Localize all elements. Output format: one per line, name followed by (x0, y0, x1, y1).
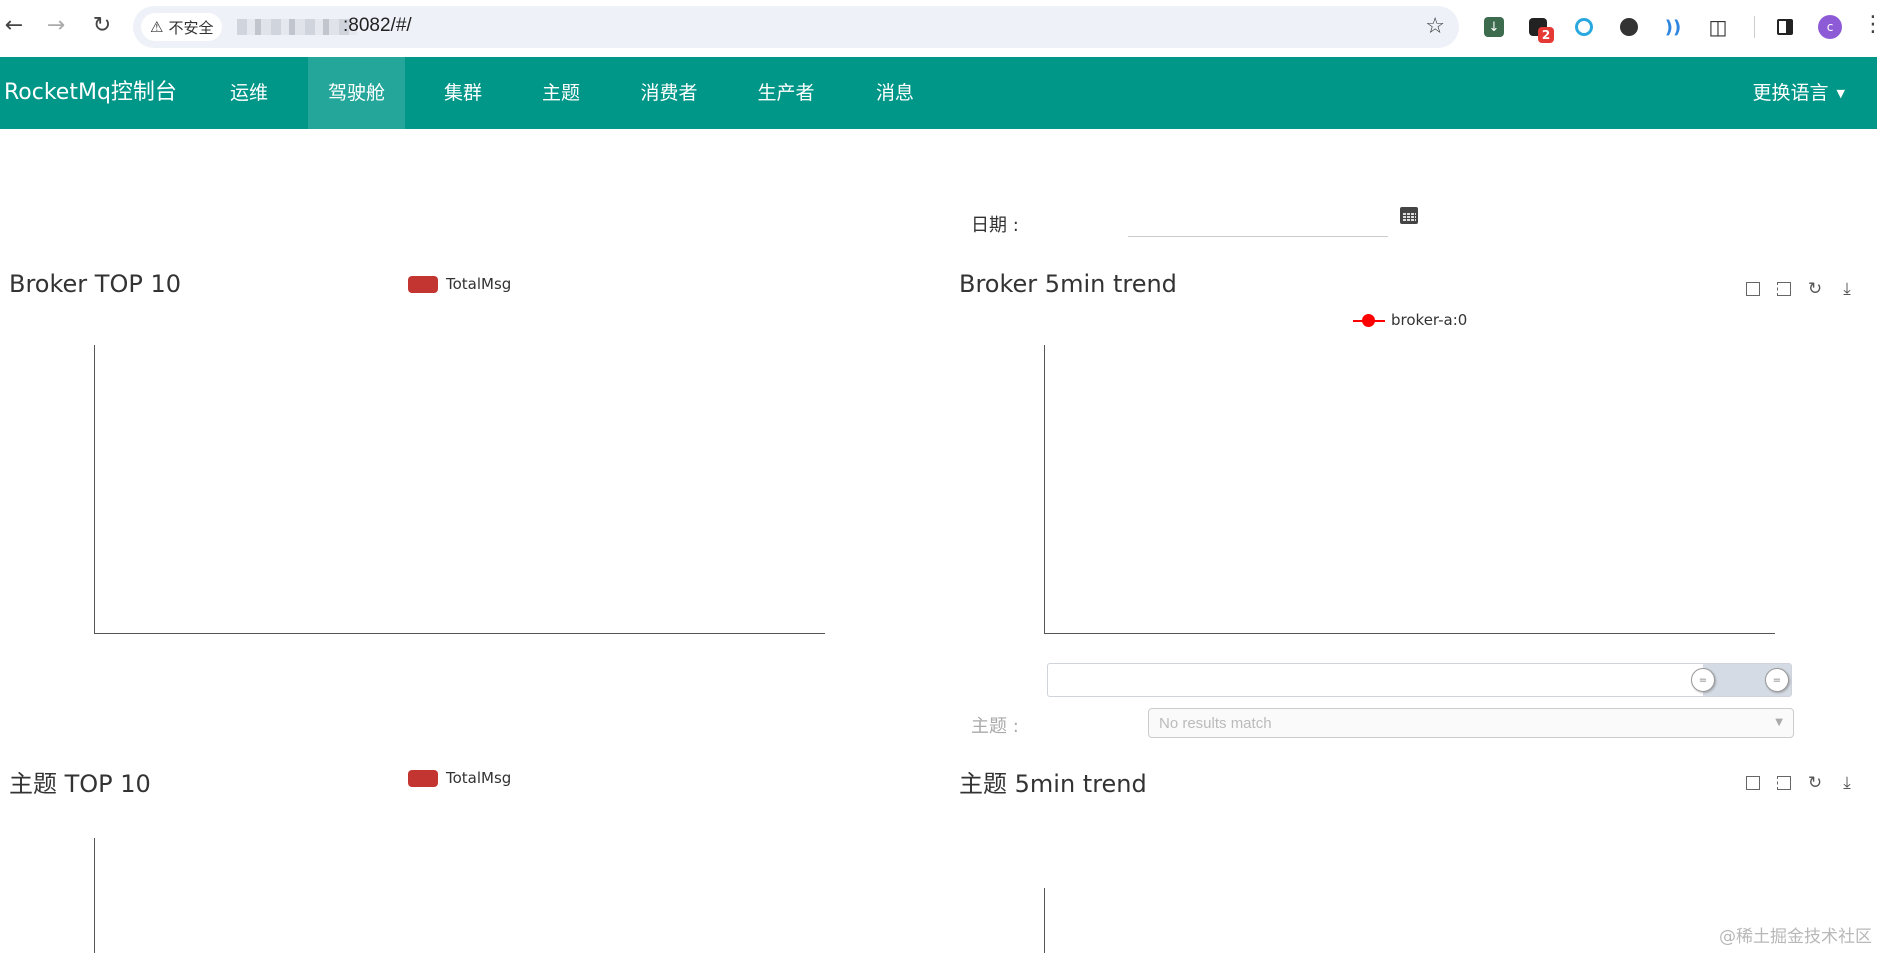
datazoom-right-handle[interactable]: = (1765, 668, 1789, 692)
blurred-host (237, 19, 357, 35)
side-panel-icon[interactable] (1772, 14, 1798, 40)
restore-icon[interactable]: ↻ (1805, 279, 1825, 299)
legend-label-topic-totalmsg[interactable]: TotalMsg (446, 769, 511, 787)
zoom-select-icon[interactable] (1743, 279, 1763, 299)
bookmark-star-icon[interactable]: ☆ (1425, 14, 1445, 39)
address-bar[interactable]: ⚠ 不安全 :8082/#/ ☆ (133, 6, 1459, 48)
web-extension-icon[interactable] (1616, 14, 1642, 40)
topic-select[interactable]: No results match ▼ (1148, 708, 1794, 738)
topic-zoom-reset-icon[interactable] (1774, 773, 1794, 793)
topic-trend-title: 主题 5min trend (959, 770, 1147, 798)
nav-item-topic[interactable]: 主题 (528, 57, 594, 129)
broker-top-y-axis (94, 345, 95, 633)
menu-kebab-icon[interactable]: ⋮ (1862, 12, 1877, 37)
profile-avatar[interactable]: c (1818, 15, 1842, 39)
legend-dot-broker-a[interactable] (1362, 314, 1375, 327)
back-arrow-icon[interactable]: ← (0, 12, 28, 40)
zoom-reset-icon[interactable] (1774, 279, 1794, 299)
forward-arrow-icon[interactable]: → (42, 12, 70, 40)
topic-top-y-axis (94, 838, 95, 953)
calendar-icon[interactable] (1400, 207, 1418, 224)
legend-swatch-totalmsg[interactable] (408, 276, 438, 293)
puzzle-extensions-icon[interactable]: ◫ (1705, 14, 1731, 40)
url-text[interactable]: :8082/#/ (343, 15, 412, 37)
topic-download-image-icon[interactable]: ⤓ (1837, 773, 1857, 793)
security-chip[interactable]: ⚠ 不安全 (141, 13, 223, 41)
nav-item-producer[interactable]: 生产者 (745, 57, 827, 129)
date-input[interactable] (1128, 206, 1388, 237)
legend-label-totalmsg[interactable]: TotalMsg (446, 275, 511, 293)
topic-restore-icon[interactable]: ↻ (1805, 773, 1825, 793)
topic-label: 主题 : (971, 716, 1019, 737)
nav-item-cluster[interactable]: 集群 (430, 57, 496, 129)
broker-trend-y-axis (1044, 345, 1045, 633)
brand-title[interactable]: RocketMq控制台 (4, 57, 177, 129)
warning-icon: ⚠ (150, 18, 164, 36)
ring-extension-icon[interactable] (1571, 14, 1597, 40)
topic-top-title: 主题 TOP 10 (9, 770, 151, 798)
language-dropdown[interactable]: 更换语言 ▼ (1753, 57, 1845, 129)
broker-trend-title: Broker 5min trend (959, 270, 1177, 298)
topic-zoom-select-icon[interactable] (1743, 773, 1763, 793)
datazoom-left-handle[interactable]: = (1691, 668, 1715, 692)
topic-trend-y-axis (1044, 888, 1045, 953)
broker-top-title: Broker TOP 10 (9, 270, 181, 298)
legend-swatch-topic-totalmsg[interactable] (408, 770, 438, 787)
download-extension-icon[interactable]: ↓ (1481, 14, 1507, 40)
nav-item-ops[interactable]: 运维 (216, 57, 282, 129)
select-arrow-icon: ▼ (1775, 717, 1783, 728)
broker-trend-x-axis (1044, 633, 1775, 634)
notification-badge: 2 (1538, 27, 1554, 43)
browser-toolbar: ← → ↻ ⚠ 不安全 :8082/#/ ☆ ↓ 2 )) ◫ c ⋮ (0, 0, 1877, 56)
toolbar-divider (1754, 16, 1755, 38)
download-image-icon[interactable]: ⤓ (1837, 279, 1857, 299)
watermark: @稀土掘金技术社区 (1719, 927, 1872, 947)
broker-top-x-axis (94, 633, 825, 634)
security-label: 不安全 (168, 18, 214, 37)
reload-icon[interactable]: ↻ (88, 12, 116, 40)
nav-item-message[interactable]: 消息 (862, 57, 928, 129)
legend-label-broker-a[interactable]: broker-a:0 (1391, 311, 1467, 329)
nav-item-consumer[interactable]: 消费者 (628, 57, 710, 129)
datazoom-slider[interactable] (1047, 663, 1792, 697)
nav-item-dashboard[interactable]: 驾驶舱 (308, 57, 405, 129)
audio-extension-icon[interactable]: )) (1660, 14, 1686, 40)
topic-select-placeholder: No results match (1159, 715, 1272, 732)
caret-down-icon: ▼ (1836, 86, 1845, 100)
app-navbar: RocketMq控制台 运维 驾驶舱 集群 主题 消费者 生产者 消息 更换语言… (0, 57, 1877, 129)
language-label: 更换语言 (1752, 82, 1829, 104)
date-label: 日期 : (971, 215, 1019, 236)
